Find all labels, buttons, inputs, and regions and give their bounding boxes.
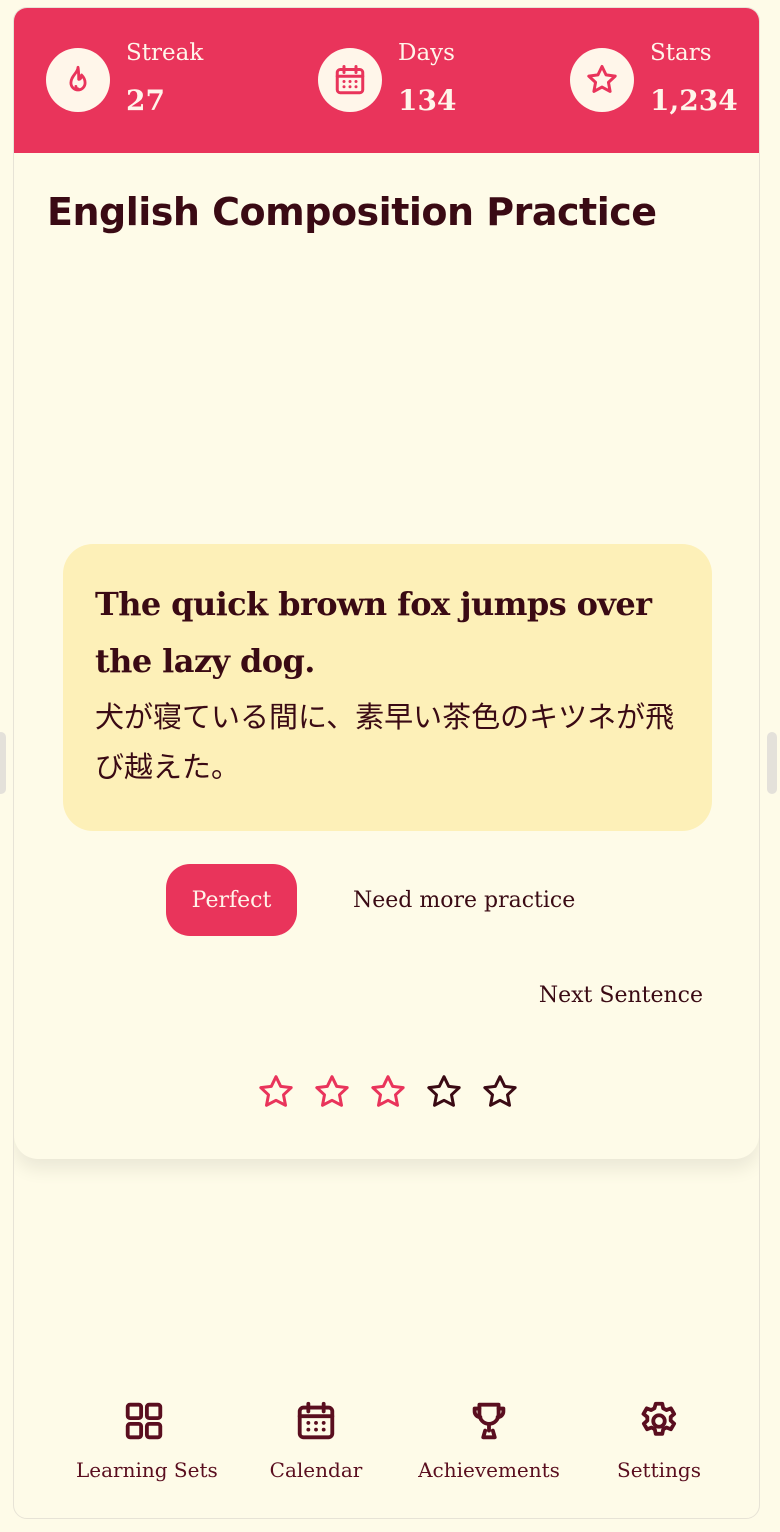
nav-label-settings: Settings [617,1458,701,1482]
rating-star-inactive[interactable] [424,1072,464,1112]
nav-item-achievements[interactable]: Achievements [416,1398,562,1482]
app-frame: Streak 27 Days 134 Stars 1,234 English C… [13,7,760,1519]
stat-days-value: 134 [398,84,457,117]
page-title: English Composition Practice [47,190,657,234]
star-icon [570,48,634,112]
nav-item-calendar[interactable]: Calendar [268,1398,364,1482]
nav-label-achievements: Achievements [418,1458,560,1482]
calendar-icon [318,48,382,112]
left-scroll-handle[interactable] [0,732,6,794]
calendar-icon [297,1401,335,1440]
rating-star-active[interactable] [256,1072,296,1112]
trophy-icon [472,1402,506,1440]
nav-label-learning-sets: Learning Sets [76,1458,218,1482]
stat-streak-label: Streak [126,40,204,66]
bottom-nav: Learning Sets Calendar Achievements Sett… [14,1398,759,1508]
gear-icon [641,1401,677,1436]
grid-icon [125,1402,163,1440]
nav-label-calendar: Calendar [269,1458,363,1482]
flame-icon [46,48,110,112]
next-sentence-button[interactable]: Next Sentence [539,983,703,1008]
nav-item-learning-sets[interactable]: Learning Sets [76,1398,218,1482]
stat-days-label: Days [398,40,455,66]
star-rating [256,1072,520,1114]
rating-star-inactive[interactable] [480,1072,520,1112]
need-more-practice-button[interactable]: Need more practice [337,864,591,936]
sentence-english: The quick brown fox jumps over the lazy … [95,585,652,680]
stats-header: Streak 27 Days 134 Stars 1,234 [14,8,759,153]
stat-streak-value: 27 [126,84,165,117]
stat-stars-label: Stars [650,40,712,66]
sentence-japanese: 犬が寝ている間に、素早い茶色のキツネが飛び越えた。 [95,700,675,784]
sentence-card: The quick brown fox jumps over the lazy … [63,544,712,831]
stat-stars-value: 1,234 [650,84,738,117]
perfect-button[interactable]: Perfect [166,864,297,936]
rating-star-active[interactable] [368,1072,408,1112]
right-scroll-handle[interactable] [767,732,777,794]
rating-star-active[interactable] [312,1072,352,1112]
nav-item-settings[interactable]: Settings [614,1398,704,1482]
